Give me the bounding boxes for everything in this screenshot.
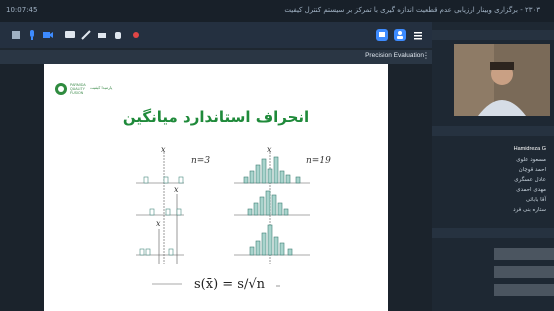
mic-icon[interactable] [26,29,38,41]
more-options-icon[interactable]: ⋮ [422,51,430,60]
xbar-label: x [267,145,272,154]
camera-icon[interactable] [42,29,54,41]
presenter-image [454,44,550,116]
meeting-toolbar [0,22,432,48]
hand-icon[interactable] [112,29,124,41]
users-icon[interactable] [394,29,406,41]
speaker-name[interactable]: Hamidreza G [514,146,546,152]
grid-icon[interactable] [10,29,22,41]
share-icon[interactable] [376,29,388,41]
app-window: 10:07:45 ۲۳۰۳ - برگزاری وبینار ارزیابی ع… [0,0,554,311]
webcam-video [454,44,550,116]
record-icon[interactable] [130,29,142,41]
tab-precision-evaluation[interactable]: Precision Evaluation [365,52,424,59]
slide: PARMIDA QUALITY FUSION پارمیدا کیفیت انح… [44,64,388,311]
distribution-figure: x x x x n=3 n=19 [136,145,331,287]
xbar-label: x [156,219,161,228]
xbar-label: x [174,185,179,194]
chat-message [494,266,554,278]
chat-message [494,284,554,296]
list-item[interactable]: آقا بابائی [526,197,546,203]
users-panel-header [432,126,554,136]
menu-icon[interactable] [412,29,424,41]
n19-label: n=19 [306,156,331,166]
eraser-icon[interactable] [96,29,108,41]
chat-icon[interactable] [64,29,76,41]
formula: s(x̄) = s/√n [194,277,266,292]
chat-message [494,248,554,260]
title-bar: 10:07:45 ۲۳۰۳ - برگزاری وبینار ارزیابی ع… [0,0,554,22]
list-item[interactable]: مسعود علوی [516,157,546,163]
list-item[interactable]: عادل عسگری [514,177,546,183]
list-item[interactable]: ستاره بنی فرد [513,207,546,213]
pen-icon[interactable] [80,29,92,41]
n3-label: n=3 [191,156,210,166]
window-title: ۲۳۰۳ - برگزاری وبینار ارزیابی عدم قطعیت … [284,6,540,14]
list-item[interactable]: مهدی احمدی [516,187,546,193]
list-item[interactable]: احمد قوچان [519,167,546,173]
clock-text: 10:07:45 [6,6,38,14]
video-panel-header [432,30,554,40]
xbar-label: x [161,145,166,154]
presentation-tab-bar: Precision Evaluation ⋮ [0,50,432,64]
chat-panel-header [432,228,554,238]
